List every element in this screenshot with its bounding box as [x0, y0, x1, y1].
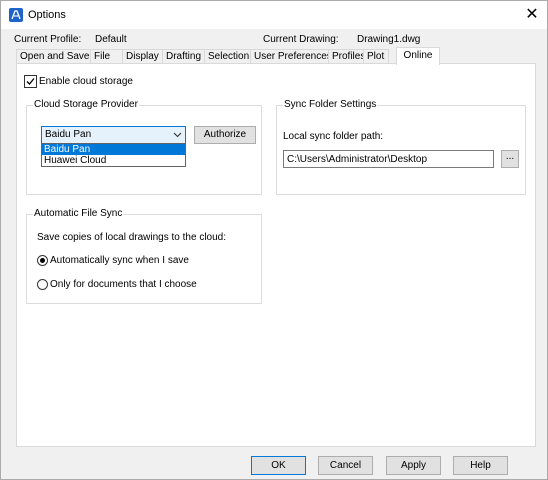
tab-online[interactable]: Online: [396, 47, 440, 65]
online-tab-panel: Enable cloud storage Cloud Storage Provi…: [16, 63, 536, 447]
enable-cloud-checkbox[interactable]: [24, 75, 37, 88]
chevron-down-icon: [173, 132, 182, 138]
tab-open-and-save[interactable]: Open and Save: [16, 49, 92, 64]
close-icon[interactable]: ✕: [525, 6, 538, 23]
cloud-provider-group: Cloud Storage Provider Baidu Pan Baidu P…: [26, 99, 262, 195]
cloud-provider-title: Cloud Storage Provider: [33, 99, 139, 110]
tab-profiles[interactable]: Profiles: [328, 49, 365, 64]
apply-button[interactable]: Apply: [386, 456, 441, 475]
current-profile-value: Default: [95, 34, 127, 45]
window-title: Options: [28, 9, 66, 21]
tab-drafting[interactable]: Drafting: [162, 49, 206, 64]
current-profile-label: Current Profile:: [14, 34, 82, 45]
sync-folder-title: Sync Folder Settings: [283, 99, 378, 110]
close-button[interactable]: ✕: [517, 1, 547, 29]
sync-choose-radio[interactable]: [37, 279, 48, 290]
sync-choose-label[interactable]: Only for documents that I choose: [50, 279, 197, 290]
browse-folder-button[interactable]: ...: [501, 150, 519, 168]
provider-selected-value: Baidu Pan: [45, 129, 92, 140]
tab-plot[interactable]: Plot: [363, 49, 389, 64]
sync-folder-group: Sync Folder Settings Local sync folder p…: [276, 99, 526, 195]
options-app-icon: [9, 8, 23, 22]
title-bar: Options ✕: [1, 1, 547, 29]
current-drawing-label: Current Drawing:: [263, 34, 339, 45]
radio-selected-dot: [40, 258, 45, 263]
tab-user-preferences[interactable]: User Preferences: [250, 49, 332, 64]
sync-auto-radio[interactable]: [37, 255, 48, 266]
sync-path-value: C:\Users\Administrator\Desktop: [287, 154, 428, 165]
sync-auto-label[interactable]: Automatically sync when I save: [50, 255, 189, 266]
auto-sync-title: Automatic File Sync: [33, 208, 124, 219]
sync-path-label: Local sync folder path:: [283, 131, 384, 142]
tab-selection[interactable]: Selection: [204, 49, 252, 64]
provider-option-baidu[interactable]: Baidu Pan: [42, 144, 185, 155]
help-button[interactable]: Help: [453, 456, 508, 475]
current-drawing-value: Drawing1.dwg: [357, 34, 421, 45]
cancel-button[interactable]: Cancel: [318, 456, 373, 475]
enable-cloud-label[interactable]: Enable cloud storage: [39, 76, 133, 87]
auto-sync-group: Automatic File Sync Save copies of local…: [26, 208, 262, 304]
authorize-button[interactable]: Authorize: [194, 126, 256, 144]
tab-display[interactable]: Display: [122, 49, 164, 64]
auto-sync-description: Save copies of local drawings to the clo…: [37, 232, 226, 243]
options-dialog: Options ✕ Current Profile: Default Curre…: [0, 0, 548, 480]
ok-button[interactable]: OK: [251, 456, 306, 475]
provider-dropdown-list: Baidu Pan Huawei Cloud: [41, 143, 186, 167]
sync-path-input[interactable]: C:\Users\Administrator\Desktop: [283, 150, 494, 168]
provider-option-huawei[interactable]: Huawei Cloud: [42, 155, 185, 166]
tab-file[interactable]: File: [90, 49, 124, 64]
checkmark-icon: [26, 78, 35, 85]
